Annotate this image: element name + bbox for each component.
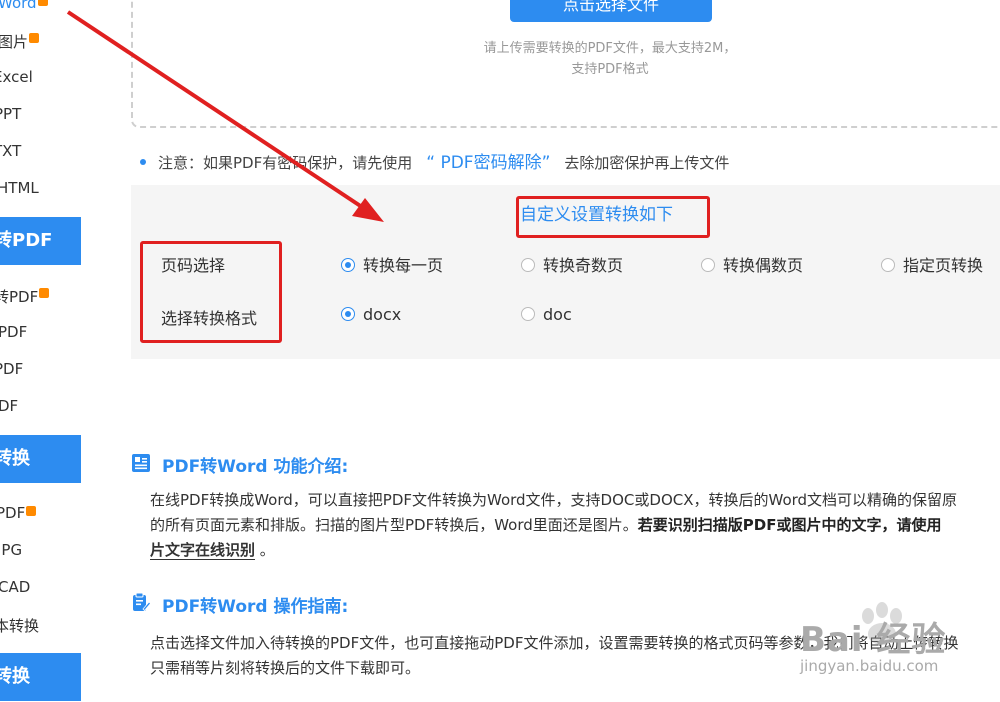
bullet-icon <box>140 158 146 165</box>
radio-page-specified[interactable]: 指定页转换 <box>881 252 983 276</box>
pdf-password-remove-link[interactable]: “ PDF密码解除” <box>426 153 550 173</box>
sidebar-item-pdf-a[interactable]: PDF <box>0 323 27 341</box>
sidebar-item-pdf-b[interactable]: PDF <box>0 360 23 378</box>
sidebar-item-pdf-d[interactable]: PDF <box>0 504 37 522</box>
notice: 注意：如果PDF有密码保护，请先使用 “ PDF密码解除” 去除加密保护再上传文件 <box>140 148 729 173</box>
intro-title: PDF转Word 功能介绍: <box>162 457 349 477</box>
notice-text: 去除加密保护再上传文件 <box>564 154 730 172</box>
radio-icon <box>521 306 535 321</box>
radio-checked-icon <box>341 306 355 321</box>
radio-icon <box>701 257 715 272</box>
radio-label: 转换偶数页 <box>723 256 804 275</box>
sidebar-item-label: CAD <box>0 578 31 596</box>
sidebar-section-label: 转换 <box>0 666 30 687</box>
sidebar-item-label: 转PDF <box>0 288 39 306</box>
radio-page-even[interactable]: 转换偶数页 <box>701 252 803 276</box>
document-icon <box>132 454 150 472</box>
upload-hint: 请上传需要转换的PDF文件，最大支持2M， 支持PDF格式 <box>440 38 780 80</box>
sidebar-section-label: 转PDF <box>0 230 53 251</box>
radio-icon <box>521 257 535 272</box>
notice-text: 注意：如果PDF有密码保护，请先使用 <box>158 154 413 172</box>
sidebar-item-cad[interactable]: CAD <box>0 578 30 596</box>
hot-badge-icon <box>37 0 48 6</box>
hot-badge-icon <box>39 288 50 298</box>
intro-text: 的所有页面元素和排版。扫描的图片型PDF转换后，Word里面还是图片。 <box>150 516 638 534</box>
radio-icon <box>881 257 895 272</box>
sidebar-item-label: PPT <box>0 105 22 123</box>
sidebar-item-jpg[interactable]: JPG <box>0 541 22 559</box>
sidebar-item-pdf-c[interactable]: DF <box>0 397 18 415</box>
intro-line: 片文字在线识别 。 <box>150 538 1000 563</box>
intro-text: 。 <box>259 541 275 559</box>
sidebar-item-label: PDF <box>0 504 26 522</box>
sidebar-item-label: Excel <box>0 68 33 86</box>
intro-bold-text: 若要识别扫描版PDF或图片中的文字，请使用 <box>637 516 942 534</box>
watermark-text: Bai 经验 <box>800 620 947 660</box>
sidebar-section-label: 转换 <box>0 448 30 469</box>
clipboard-edit-icon <box>133 592 151 612</box>
sidebar-item-label: 本转换 <box>0 617 40 635</box>
sidebar-section-convert-2[interactable]: 转换 <box>0 653 81 701</box>
intro-paragraph: 在线PDF转换成Word，可以直接把PDF文件转换为Word文件，支持DOC或D… <box>150 488 1000 563</box>
intro-line: 在线PDF转换成Word，可以直接把PDF文件转换为Word文件，支持DOC或D… <box>150 491 958 509</box>
watermark-url: jingyan.baidu.com <box>800 657 939 675</box>
sidebar-section-convert[interactable]: 转换 <box>0 435 81 483</box>
sidebar-item-label: JPG <box>0 541 23 559</box>
hot-badge-icon <box>29 33 40 43</box>
sidebar-item-label: Word <box>0 0 37 12</box>
intro-line: 的所有页面元素和排版。扫描的图片型PDF转换后，Word里面还是图片。若要识别扫… <box>150 513 1000 538</box>
radio-label: docx <box>363 305 402 324</box>
sidebar-item-ppt[interactable]: PPT <box>0 105 21 123</box>
sidebar-item-label: TXT <box>0 142 22 160</box>
sidebar-item-html[interactable]: HTML <box>0 179 39 197</box>
guide-title: PDF转Word 操作指南: <box>162 597 349 617</box>
image-ocr-link[interactable]: 片文字在线识别 <box>150 541 256 560</box>
upload-hint-line: 支持PDF格式 <box>571 62 649 77</box>
select-file-button[interactable]: 点击选择文件 <box>510 0 712 22</box>
sidebar-item-label: DF <box>0 397 19 415</box>
hot-badge-icon <box>26 506 37 516</box>
annotation-box-labels <box>140 241 282 343</box>
sidebar-item-label: PDF <box>0 323 28 341</box>
sidebar: Word 图片 Excel PPT TXT HTML 转PDF 转PDF PDF… <box>0 0 81 702</box>
sidebar-item-txt[interactable]: TXT <box>0 142 21 160</box>
radio-format-doc[interactable]: doc <box>521 305 572 324</box>
sidebar-item-excel[interactable]: Excel <box>0 68 33 86</box>
sidebar-section-to-pdf[interactable]: 转PDF <box>0 217 81 265</box>
radio-format-docx[interactable]: docx <box>341 305 401 324</box>
sidebar-item-word[interactable]: Word <box>0 0 48 12</box>
sidebar-item-text-convert[interactable]: 本转换 <box>0 615 39 636</box>
sidebar-item-to-pdf[interactable]: 转PDF <box>0 286 50 307</box>
sidebar-item-label: HTML <box>0 179 39 197</box>
sidebar-item-image[interactable]: 图片 <box>0 31 40 52</box>
annotation-box-title <box>516 196 710 238</box>
radio-label: doc <box>543 305 572 324</box>
upload-hint-line: 请上传需要转换的PDF文件，最大支持2M， <box>483 41 737 56</box>
sidebar-item-label: 图片 <box>0 33 29 51</box>
radio-checked-icon <box>341 257 355 272</box>
radio-page-odd[interactable]: 转换奇数页 <box>521 252 623 276</box>
radio-label: 转换奇数页 <box>543 256 624 275</box>
radio-label: 转换每一页 <box>363 256 444 275</box>
sidebar-item-label: PDF <box>0 360 24 378</box>
radio-page-every[interactable]: 转换每一页 <box>341 252 443 276</box>
radio-label: 指定页转换 <box>903 256 984 275</box>
